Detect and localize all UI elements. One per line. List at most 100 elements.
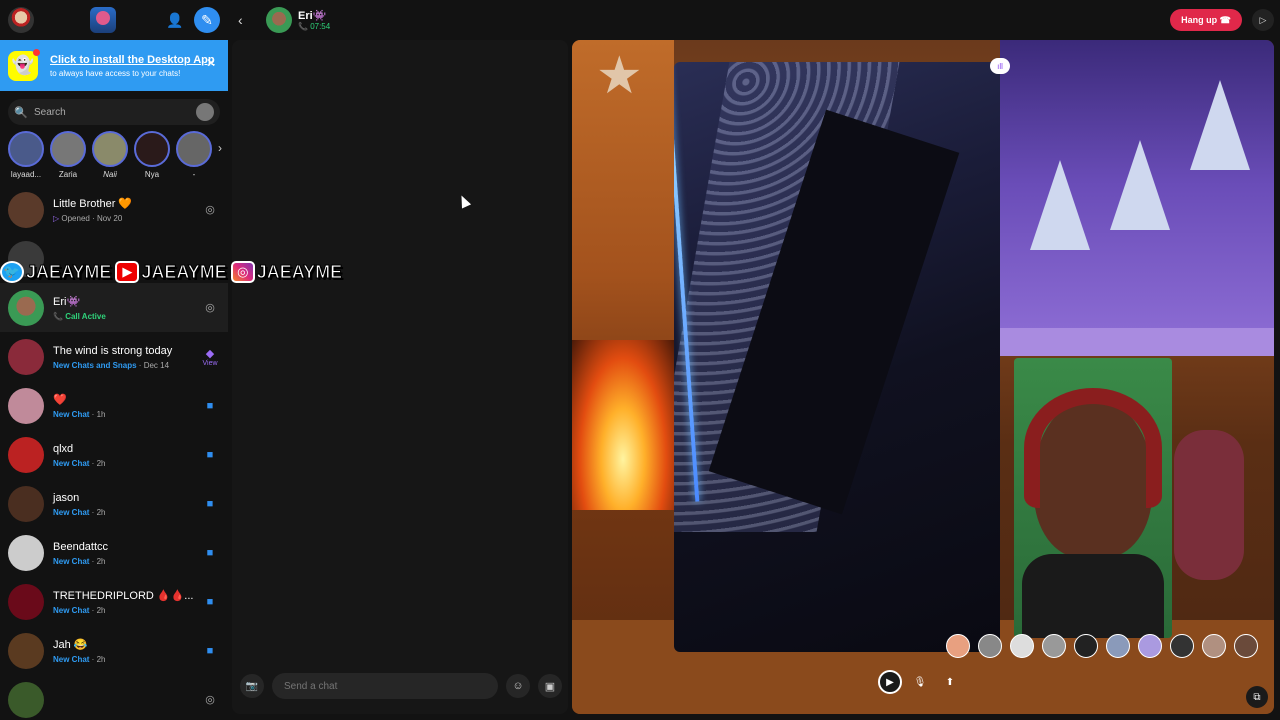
composer: 📷 ☺ ▣ <box>240 672 562 700</box>
message-input[interactable] <box>272 673 498 699</box>
twitter-icon: 🐦 <box>0 261 24 283</box>
search-avatar[interactable] <box>196 103 214 121</box>
lens-item[interactable] <box>1010 634 1034 658</box>
camera-icon[interactable]: ◎ <box>200 693 220 706</box>
story-label: Naii <box>103 170 117 179</box>
avatar <box>8 681 44 718</box>
chat-bubble-icon[interactable]: ■ <box>200 645 220 657</box>
phone-icon: 📞 <box>53 311 66 321</box>
chat-time: Dec 14 <box>143 360 170 370</box>
local-video-feed[interactable] <box>1014 358 1172 638</box>
chat-bubble-icon[interactable]: ■ <box>200 449 220 461</box>
instagram-handle: JAEAYME <box>256 261 343 282</box>
search-bar[interactable]: 🔍 Search <box>8 99 220 125</box>
lens-item[interactable] <box>1074 634 1098 658</box>
sticker-icon[interactable]: ▣ <box>538 674 562 698</box>
story-item[interactable]: Nya <box>134 131 170 185</box>
chevron-left-icon[interactable]: ‹ <box>238 12 256 28</box>
lens-item[interactable] <box>1106 634 1130 658</box>
notification-dot <box>33 48 40 56</box>
chat-item[interactable]: jason New Chat · 2h ■ <box>0 479 228 528</box>
bitmoji-icon[interactable] <box>90 7 116 33</box>
emoji-icon[interactable]: ☺ <box>506 674 530 698</box>
install-banner[interactable]: 👻 Click to install the Desktop App to al… <box>0 40 228 91</box>
lens-item[interactable] <box>1234 634 1258 658</box>
avatar[interactable] <box>266 7 292 33</box>
avatar <box>8 191 44 228</box>
chat-header: ‹ Eri👾 📞 07:54 Hang up ☎ ▷ <box>228 0 1280 40</box>
lens-item[interactable] <box>1042 634 1066 658</box>
story-label: Zaria <box>58 170 78 179</box>
audio-indicator-icon: ıll <box>990 58 1010 74</box>
chat-item[interactable]: Beendattcc New Chat · 2h ■ <box>0 528 228 577</box>
lens-item[interactable] <box>1202 634 1226 658</box>
chat-item[interactable]: ❤️ New Chat · 1h ■ <box>0 381 228 430</box>
camera-icon[interactable]: 📷 <box>240 674 264 698</box>
mic-icon[interactable]: 🎙 <box>908 670 932 694</box>
lens-carousel <box>946 634 1258 658</box>
chat-name: Jah 😂 <box>53 638 88 651</box>
lens-item[interactable] <box>946 634 970 658</box>
story-item[interactable]: Zaria <box>50 131 86 185</box>
search-input[interactable]: Search <box>34 107 196 118</box>
avatar <box>8 534 44 571</box>
story-label: - <box>192 170 196 179</box>
avatar <box>8 485 44 522</box>
close-icon[interactable]: ✕ <box>206 56 216 70</box>
share-screen-icon[interactable]: ⬆ <box>938 670 962 694</box>
social-handle-overlay: 🐦 JAEAYME ▶ JAEAYME ◎ JAEAYME <box>0 258 344 286</box>
chat-item[interactable]: The wind is strong today New Chats and S… <box>0 332 228 381</box>
profile-avatar[interactable] <box>8 7 34 33</box>
lens-item[interactable] <box>978 634 1002 658</box>
camera-icon[interactable]: ◎ <box>200 203 220 216</box>
snapchat-logo-icon: 👻 <box>8 48 40 81</box>
story-item[interactable]: Naii <box>92 131 128 185</box>
chat-time: 2h <box>96 556 106 566</box>
story-item[interactable]: layaad... <box>8 131 44 185</box>
chat-item[interactable]: qlxd New Chat · 2h ■ <box>0 430 228 479</box>
chat-bubble-icon[interactable]: ■ <box>200 596 220 608</box>
chat-time: 2h <box>96 605 106 615</box>
chevron-right-icon[interactable]: › <box>218 141 222 185</box>
chat-bubble-icon[interactable]: ■ <box>200 400 220 412</box>
window-sill <box>1000 328 1274 356</box>
chat-name: qlxd <box>53 442 74 455</box>
chat-item[interactable]: Little Brother 🧡 ▷ Opened · Nov 20 ◎ <box>0 185 228 234</box>
youtube-handle: JAEAYME <box>141 261 227 282</box>
popout-icon[interactable]: ⧉ <box>1246 686 1268 708</box>
winter-window-image <box>1000 40 1274 330</box>
chat-item[interactable]: ◎ <box>0 675 228 720</box>
view-snaps-button[interactable]: ◆ View <box>200 347 220 367</box>
chat-name: Beendattcc <box>53 540 109 553</box>
story-item[interactable]: - <box>176 131 212 185</box>
lens-item[interactable] <box>1138 634 1162 658</box>
twitter-handle: JAEAYME <box>25 261 112 282</box>
chat-status: New Chat <box>53 458 90 468</box>
chat-name: The wind is strong today <box>53 344 173 357</box>
new-chat-icon[interactable]: ✎ <box>194 7 220 33</box>
remote-video-feed[interactable] <box>674 62 1000 652</box>
expand-icon[interactable]: ▷ <box>1252 9 1274 31</box>
hang-up-button[interactable]: Hang up ☎ <box>1170 9 1242 31</box>
video-icon[interactable]: ▶ <box>878 670 902 694</box>
avatar <box>8 436 44 473</box>
chat-time: 2h <box>96 458 106 468</box>
install-banner-title[interactable]: Click to install the Desktop App <box>50 54 220 67</box>
add-friend-icon[interactable]: 👤 <box>162 7 188 33</box>
chat-item-active[interactable]: Eri👾 📞 Call Active ◎ <box>0 283 228 332</box>
avatar <box>8 289 44 326</box>
story-label: Nya <box>144 170 160 179</box>
chat-name: Eri👾 <box>53 295 81 308</box>
chat-status: New Chats and Snaps <box>53 360 137 370</box>
chat-time: 2h <box>96 507 106 517</box>
chat-name: ❤️ <box>53 393 67 406</box>
chat-bubble-icon[interactable]: ■ <box>200 547 220 559</box>
chat-status: Opened <box>61 213 90 223</box>
instagram-icon: ◎ <box>230 261 255 283</box>
chat-item[interactable]: TRETHEDRIPLORD 🩸🩸... New Chat · 2h ■ <box>0 577 228 626</box>
chat-bubble-icon[interactable]: ■ <box>200 498 220 510</box>
chat-item[interactable]: Jah 😂 New Chat · 2h ■ <box>0 626 228 675</box>
chat-panel: 📷 ☺ ▣ <box>232 40 568 714</box>
lens-item[interactable] <box>1170 634 1194 658</box>
camera-icon[interactable]: ◎ <box>200 301 220 314</box>
